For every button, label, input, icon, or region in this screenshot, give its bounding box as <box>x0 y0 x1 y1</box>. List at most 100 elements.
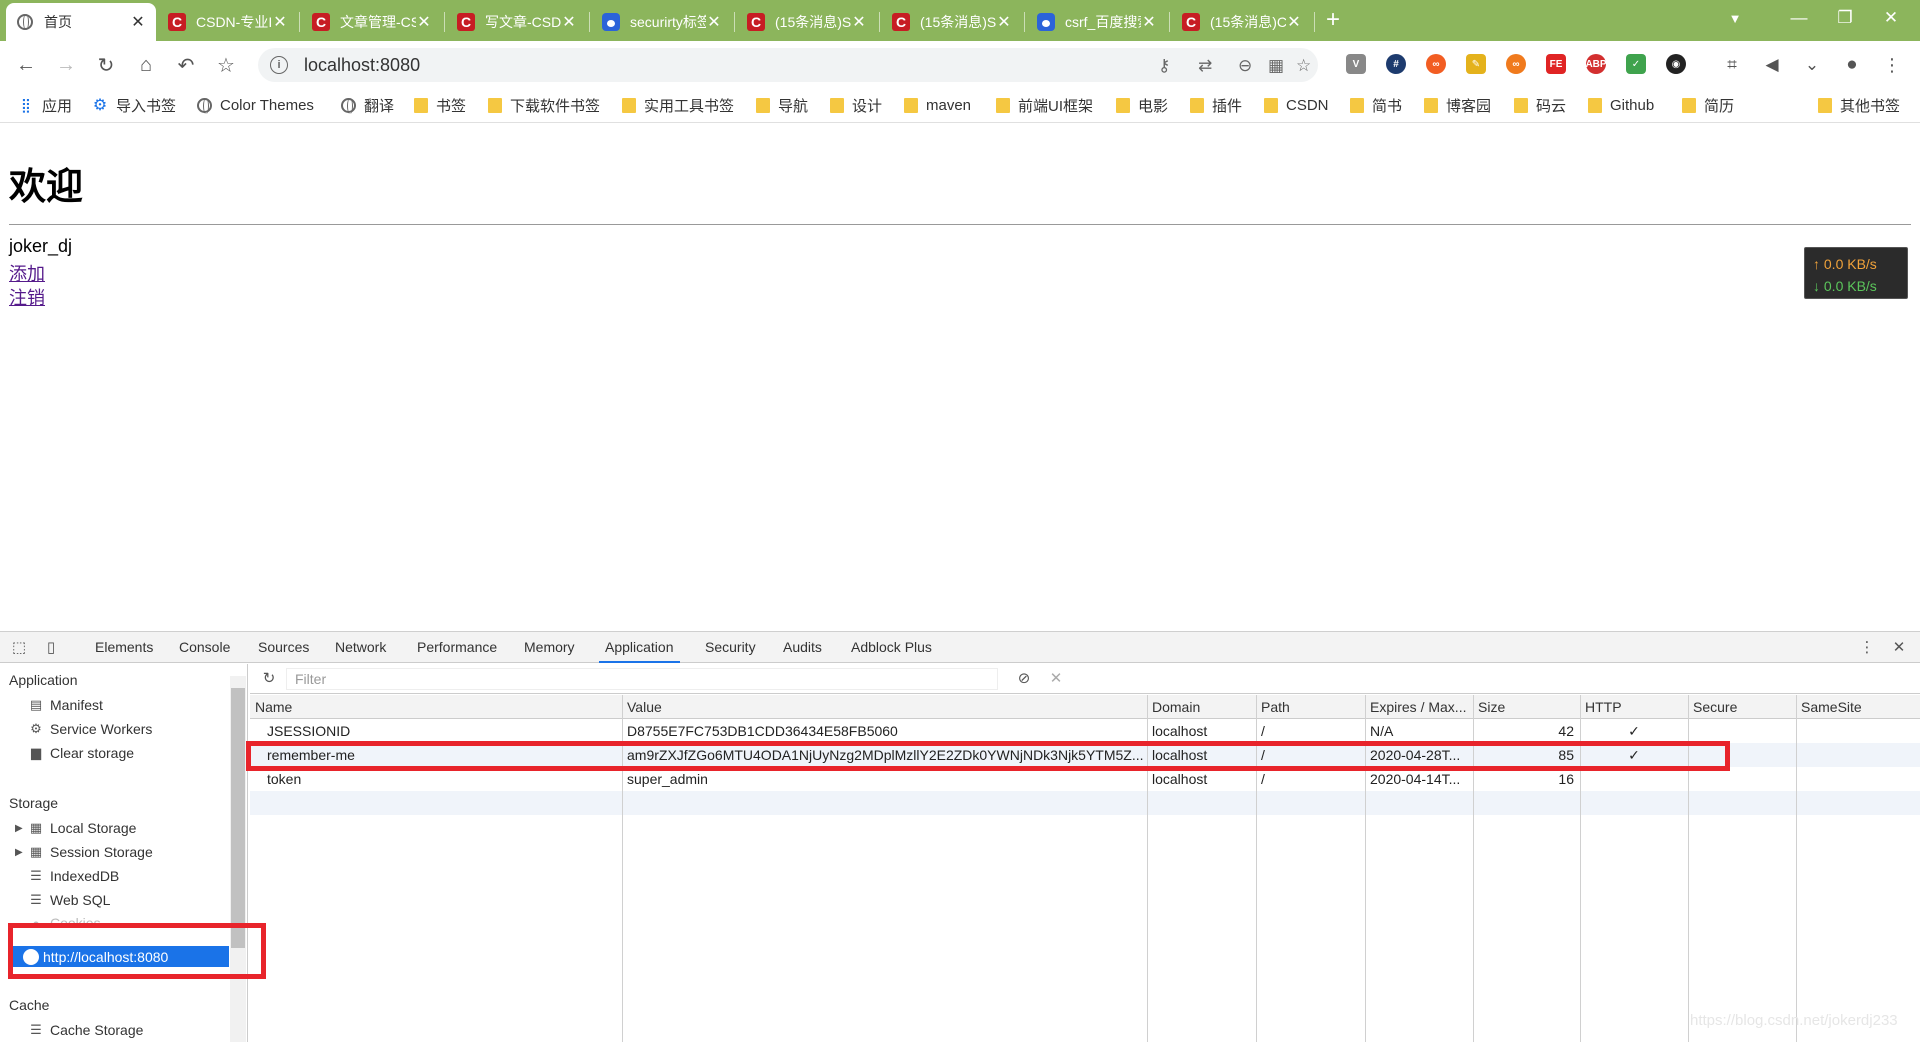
address-bar[interactable]: i localhost:8080 ⚷ ⇄ ⊖ ▦ ☆ <box>258 48 1318 82</box>
sidebar-item-manifest[interactable]: ▤ Manifest <box>28 694 103 716</box>
bookmark-import[interactable]: ⚙ 导入书签 <box>92 94 176 116</box>
tab-audits[interactable]: Audits <box>777 632 828 663</box>
sidebar-item-cookies[interactable]: ● Cookies <box>28 912 101 934</box>
tab-baidu-2[interactable]: csrf_百度搜索 ✕ <box>1027 3 1167 41</box>
tab-csdn-2[interactable]: C 文章管理-CSDN ✕ <box>302 3 442 41</box>
column-header-secure[interactable]: Secure <box>1688 695 1796 719</box>
tampermonkey-icon[interactable]: ✎ <box>1466 54 1486 74</box>
sidebar-item-local-storage[interactable]: ▶ ▦ Local Storage <box>15 817 136 839</box>
minimize-button[interactable]: — <box>1776 0 1822 36</box>
hash-extension-icon[interactable]: # <box>1386 54 1406 74</box>
close-window-button[interactable]: ✕ <box>1868 0 1914 36</box>
expand-arrow-icon[interactable]: ▶ <box>15 823 23 834</box>
expand-arrow-icon[interactable]: ▶ <box>15 847 23 858</box>
bookmark-folder-other[interactable]: 其他书签 <box>1818 94 1900 116</box>
close-tab-icon[interactable]: ✕ <box>416 12 432 32</box>
tab-csdn-4[interactable]: C (15条消息)Spr ✕ <box>737 3 877 41</box>
menu-icon[interactable]: ⋮ <box>1878 51 1906 79</box>
fe-helper-icon[interactable]: FE <box>1546 54 1566 74</box>
tab-search-icon[interactable]: ▼ <box>1712 0 1758 36</box>
bookmark-folder-tools[interactable]: 实用工具书签 <box>622 94 734 116</box>
refresh-icon[interactable]: ↻ <box>260 669 278 687</box>
column-header-size[interactable]: Size <box>1473 695 1580 719</box>
bookmark-apps[interactable]: ⣿ 应用 <box>18 94 72 116</box>
bookmark-folder-maven[interactable]: maven <box>904 94 971 116</box>
crop-icon[interactable]: ⌗ <box>1718 51 1746 79</box>
tab-security[interactable]: Security <box>699 632 762 663</box>
reload-icon[interactable]: ↻ <box>92 51 120 79</box>
sidebar-scrollbar[interactable] <box>230 676 246 1042</box>
close-tab-icon[interactable]: ✕ <box>1286 12 1302 32</box>
star-icon[interactable]: ☆ <box>212 51 240 79</box>
inspect-element-icon[interactable]: ⬚ <box>10 638 28 656</box>
bookmark-folder-resume[interactable]: 简历 <box>1682 94 1734 116</box>
tab-elements[interactable]: Elements <box>89 632 159 663</box>
filter-input[interactable]: Filter <box>286 668 998 690</box>
close-tab-icon[interactable]: ✕ <box>1141 12 1157 32</box>
column-header-http[interactable]: HTTP <box>1580 695 1688 719</box>
tab-performance[interactable]: Performance <box>411 632 503 663</box>
close-tab-icon[interactable]: ✕ <box>996 12 1012 32</box>
sidebar-item-service-workers[interactable]: ⚙ Service Workers <box>28 718 152 740</box>
close-tab-icon[interactable]: ✕ <box>272 12 288 32</box>
close-tab-icon[interactable]: ✕ <box>851 12 867 32</box>
close-tab-icon[interactable]: ✕ <box>130 12 146 32</box>
url-text[interactable]: localhost:8080 <box>304 55 420 76</box>
chevron-down-icon[interactable]: ⌄ <box>1798 51 1826 79</box>
clear-all-icon[interactable]: ⊘ <box>1015 669 1033 687</box>
bookmark-color-themes[interactable]: Color Themes <box>196 94 314 116</box>
forward-arrow-icon[interactable]: → <box>52 51 80 79</box>
tab-adblock-plus[interactable]: Adblock Plus <box>845 632 938 663</box>
column-header-samesite[interactable]: SameSite <box>1796 695 1920 719</box>
close-tab-icon[interactable]: ✕ <box>561 12 577 32</box>
sidebar-item-indexeddb[interactable]: ☰ IndexedDB <box>28 865 119 887</box>
tab-network[interactable]: Network <box>329 632 392 663</box>
delete-selected-icon[interactable]: ✕ <box>1047 669 1065 687</box>
sidebar-item-cookie-origin[interactable]: http://localhost:8080 <box>11 946 229 967</box>
table-row[interactable]: remember-me am9rZXJfZGo6MTU4ODA1NjUyNzg2… <box>250 743 1920 767</box>
adblock-plus-icon[interactable]: ABP <box>1585 54 1607 74</box>
column-header-value[interactable]: Value <box>622 695 1147 719</box>
more-options-icon[interactable]: ⋮ <box>1858 638 1876 656</box>
bookmark-folder-csdn[interactable]: CSDN <box>1264 94 1329 116</box>
bookmark-star-icon[interactable]: ☆ <box>1296 56 1311 76</box>
column-header-name[interactable]: Name <box>250 695 622 719</box>
sidebar-item-cache-storage[interactable]: ☰ Cache Storage <box>28 1019 143 1041</box>
tab-home[interactable]: 首页 ✕ <box>6 3 156 41</box>
close-tab-icon[interactable]: ✕ <box>706 12 722 32</box>
bookmark-folder-movies[interactable]: 电影 <box>1116 94 1168 116</box>
bookmark-folder-cnblogs[interactable]: 博客园 <box>1424 94 1491 116</box>
orange-extension-icon[interactable]: ∞ <box>1506 54 1526 74</box>
back-arrow-icon[interactable]: ← <box>12 51 40 79</box>
device-toolbar-icon[interactable]: ▯ <box>42 638 60 656</box>
speaker-icon[interactable]: ◀ <box>1758 51 1786 79</box>
close-devtools-icon[interactable]: ✕ <box>1890 638 1908 656</box>
add-link[interactable]: 添加 <box>9 260 45 286</box>
circle-extension-icon[interactable]: ◉ <box>1666 54 1686 74</box>
info-icon[interactable]: i <box>270 56 288 74</box>
scrollbar-thumb[interactable] <box>231 688 245 948</box>
new-tab-button[interactable]: + <box>1318 4 1348 36</box>
restore-button[interactable]: ❐ <box>1822 0 1868 36</box>
tab-sources[interactable]: Sources <box>252 632 315 663</box>
column-header-domain[interactable]: Domain <box>1147 695 1256 719</box>
bookmark-translate[interactable]: 翻译 <box>340 94 394 116</box>
key-icon[interactable]: ⚷ <box>1158 56 1170 76</box>
undo-icon[interactable]: ↶ <box>172 51 200 79</box>
zoom-icon[interactable]: ⊖ <box>1238 56 1252 76</box>
bookmark-folder-github[interactable]: Github <box>1588 94 1654 116</box>
bookmark-folder-design[interactable]: 设计 <box>830 94 882 116</box>
tab-application[interactable]: Application <box>599 632 680 663</box>
bookmark-folder-bookmarks[interactable]: 书签 <box>414 94 466 116</box>
tab-console[interactable]: Console <box>173 632 236 663</box>
translate-icon[interactable]: ⇄ <box>1198 56 1212 76</box>
infinity-extension-icon[interactable]: ∞ <box>1426 54 1446 74</box>
bookmark-folder-ui[interactable]: 前端UI框架 <box>996 94 1093 116</box>
tab-csdn-3[interactable]: C 写文章-CSDN博 ✕ <box>447 3 587 41</box>
bookmark-folder-gitee[interactable]: 码云 <box>1514 94 1566 116</box>
table-row[interactable]: JSESSIONID D8755E7FC753DB1CDD36434E58FB5… <box>250 719 1920 743</box>
column-header-path[interactable]: Path <box>1256 695 1365 719</box>
bookmark-folder-plugins[interactable]: 插件 <box>1190 94 1242 116</box>
bookmark-folder-jianshu[interactable]: 简书 <box>1350 94 1402 116</box>
logout-link[interactable]: 注销 <box>9 284 45 310</box>
